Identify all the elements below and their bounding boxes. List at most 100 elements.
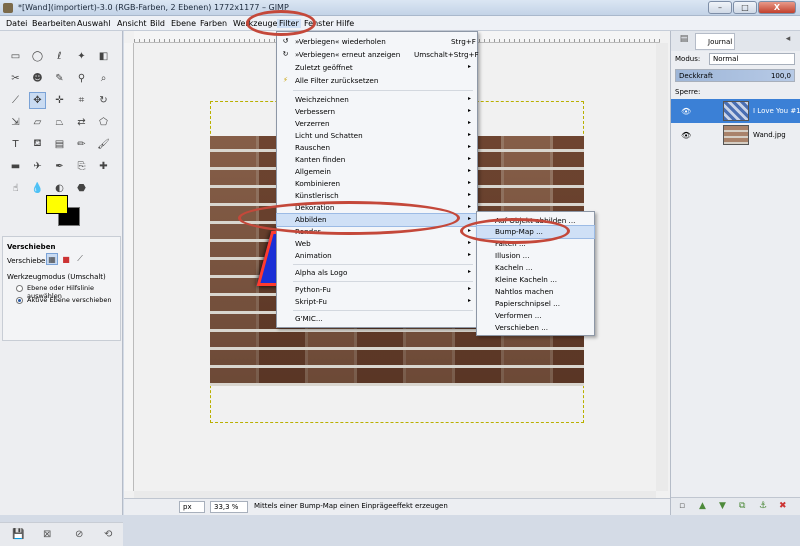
move-path-toggle-icon[interactable]: ⟋ bbox=[74, 253, 86, 265]
paths-icon[interactable]: ✎ bbox=[51, 70, 68, 87]
layers-tab-icon[interactable]: ▤ bbox=[677, 34, 691, 48]
submenu-item-papierschnipsel[interactable]: Papierschnipsel ... bbox=[477, 298, 594, 310]
vertical-scrollbar[interactable] bbox=[656, 43, 668, 491]
foreground-color-swatch[interactable] bbox=[46, 195, 68, 214]
radio-active-layer[interactable] bbox=[16, 297, 23, 304]
fuzzy-select-icon[interactable]: ✦ bbox=[73, 48, 90, 65]
submenu-item-illusion[interactable]: Illusion ... bbox=[477, 250, 594, 262]
foreground-select-icon[interactable]: ☻ bbox=[29, 70, 46, 87]
menu-werkzeuge[interactable]: Werkzeuge bbox=[233, 19, 277, 28]
menu-datei[interactable]: Datei bbox=[6, 19, 27, 28]
new-layer-icon[interactable]: ▫ bbox=[679, 501, 685, 511]
color-picker-icon[interactable]: ⚲ bbox=[73, 70, 90, 87]
menu-item-weichzeichnen[interactable]: Weichzeichnen ▸ bbox=[277, 94, 477, 106]
menu-item-kuenstlerisch[interactable]: Künstlerisch ▸ bbox=[277, 190, 477, 202]
scale-icon[interactable]: ⇲ bbox=[7, 114, 24, 131]
clone-icon[interactable]: ⎘ bbox=[73, 158, 90, 175]
airbrush-icon[interactable]: ✈ bbox=[29, 158, 46, 175]
menu-item-skript-fu[interactable]: Skript-Fu ▸ bbox=[277, 296, 477, 308]
move-layer-toggle-icon[interactable]: ▦ bbox=[46, 253, 58, 265]
menu-filter[interactable]: Filter bbox=[277, 19, 301, 28]
restore-options-icon[interactable]: ⊠ bbox=[43, 529, 51, 540]
raise-layer-icon[interactable]: ▲ bbox=[699, 501, 706, 511]
menu-item-allgemein[interactable]: Allgemein ▸ bbox=[277, 166, 477, 178]
zoom-icon[interactable]: ⌕ bbox=[95, 70, 112, 87]
menu-ebene[interactable]: Ebene bbox=[171, 19, 196, 28]
measure-icon[interactable]: ⟋ bbox=[7, 92, 24, 109]
shear-icon[interactable]: ▱ bbox=[29, 114, 46, 131]
ellipse-select-icon[interactable]: ◯ bbox=[29, 48, 46, 65]
submenu-item-verschieben[interactable]: Verschieben ... bbox=[477, 322, 594, 334]
visibility-eye-icon[interactable]: 👁 bbox=[681, 131, 691, 140]
submenu-item-bump-map[interactable]: Bump-Map ... bbox=[476, 225, 595, 239]
flip-icon[interactable]: ⇄ bbox=[73, 114, 90, 131]
save-options-icon[interactable]: 💾 bbox=[12, 529, 24, 540]
submenu-item-kleine-kacheln[interactable]: Kleine Kacheln ... bbox=[477, 274, 594, 286]
visibility-eye-icon[interactable]: 👁 bbox=[681, 107, 691, 116]
crop-icon[interactable]: ⌗ bbox=[73, 92, 90, 109]
paintbrush-icon[interactable]: 🖌 bbox=[95, 136, 112, 153]
submenu-item-kacheln[interactable]: Kacheln ... bbox=[477, 262, 594, 274]
color-select-icon[interactable]: ◧ bbox=[95, 48, 112, 65]
scissors-icon[interactable]: ✂ bbox=[7, 70, 24, 87]
menu-item-gmic[interactable]: G'MIC... bbox=[277, 313, 477, 325]
radio-pick-layer[interactable] bbox=[16, 285, 23, 292]
opacity-slider[interactable]: Deckkraft 100,0 bbox=[675, 69, 795, 82]
menu-item-reset-filters[interactable]: ⚡ Alle Filter zurücksetzen bbox=[277, 75, 477, 87]
zoom-select[interactable]: 33,3 % bbox=[210, 501, 248, 513]
perspective-clone-icon[interactable]: ⬣ bbox=[73, 180, 90, 197]
menu-item-verzerren[interactable]: Verzerren ▸ bbox=[277, 118, 477, 130]
layer-row[interactable]: 👁 Wand.jpg bbox=[671, 123, 800, 147]
bucket-fill-icon[interactable]: ⛾ bbox=[29, 136, 46, 153]
move-selection-toggle-icon[interactable]: ■ bbox=[60, 253, 72, 265]
align-icon[interactable]: ✛ bbox=[51, 92, 68, 109]
minimize-button[interactable]: – bbox=[708, 1, 732, 14]
menu-item-abbilden[interactable]: Abbilden ▸ bbox=[276, 213, 478, 227]
smudge-icon[interactable]: ☝ bbox=[7, 180, 24, 197]
lasso-icon[interactable]: ℓ bbox=[51, 48, 68, 65]
menu-bearbeiten[interactable]: Bearbeiten bbox=[32, 19, 76, 28]
menu-item-rauschen[interactable]: Rauschen ▸ bbox=[277, 142, 477, 154]
move-tool-icon[interactable]: ✥ bbox=[29, 92, 46, 109]
menu-item-reshow[interactable]: ↻ »Verbiegen« erneut anzeigen Umschalt+Str… bbox=[277, 49, 479, 61]
tab-journal[interactable]: Journal bbox=[695, 33, 735, 50]
menu-item-repeat[interactable]: ↺ »Verbiegen« wiederholen Strg+F bbox=[277, 36, 477, 48]
rotate-icon[interactable]: ↻ bbox=[95, 92, 112, 109]
menu-item-kanten-finden[interactable]: Kanten finden ▸ bbox=[277, 154, 477, 166]
menu-item-dekoration[interactable]: Dekoration ▸ bbox=[277, 202, 477, 214]
menu-item-python-fu[interactable]: Python-Fu ▸ bbox=[277, 284, 477, 296]
cage-icon[interactable]: ⬠ bbox=[95, 114, 112, 131]
maximize-button[interactable]: □ bbox=[733, 1, 757, 14]
submenu-item-verformen[interactable]: Verformen ... bbox=[477, 310, 594, 322]
mode-select[interactable]: Normal bbox=[709, 53, 795, 65]
delete-options-icon[interactable]: ⊘ bbox=[75, 529, 83, 540]
menu-item-verbessern[interactable]: Verbessern ▸ bbox=[277, 106, 477, 118]
menu-item-recent[interactable]: Zuletzt geöffnet ▸ bbox=[277, 62, 477, 74]
blur-icon[interactable]: 💧 bbox=[29, 180, 46, 197]
eraser-icon[interactable]: ▬ bbox=[7, 158, 24, 175]
menu-item-animation[interactable]: Animation ▸ bbox=[277, 250, 477, 262]
menu-item-alpha-logo[interactable]: Alpha als Logo ▸ bbox=[277, 267, 477, 279]
menu-bild[interactable]: Bild bbox=[150, 19, 165, 28]
reset-options-icon[interactable]: ⟲ bbox=[104, 529, 112, 540]
menu-auswahl[interactable]: Auswahl bbox=[77, 19, 110, 28]
layer-row[interactable]: 👁 I Love You #1 bbox=[671, 99, 800, 123]
duplicate-layer-icon[interactable]: ⧉ bbox=[739, 501, 745, 511]
pencil-icon[interactable]: ✏ bbox=[73, 136, 90, 153]
menu-ansicht[interactable]: Ansicht bbox=[117, 19, 147, 28]
menu-farben[interactable]: Farben bbox=[200, 19, 227, 28]
text-icon[interactable]: T bbox=[7, 136, 24, 153]
submenu-item-nahtlos[interactable]: Nahtlos machen bbox=[477, 286, 594, 298]
perspective-icon[interactable]: ⏢ bbox=[51, 114, 68, 131]
ink-icon[interactable]: ✒ bbox=[51, 158, 68, 175]
dock-menu-icon[interactable]: ◂ bbox=[781, 34, 795, 48]
menu-item-web[interactable]: Web ▸ bbox=[277, 238, 477, 250]
unit-select[interactable]: px bbox=[179, 501, 205, 513]
delete-layer-icon[interactable]: ✖ bbox=[779, 501, 787, 511]
menu-fenster[interactable]: Fenster bbox=[304, 19, 334, 28]
menu-item-licht-schatten[interactable]: Licht und Schatten ▸ bbox=[277, 130, 477, 142]
menu-hilfe[interactable]: Hilfe bbox=[336, 19, 354, 28]
rect-select-icon[interactable]: ▭ bbox=[7, 48, 24, 65]
submenu-item-falten[interactable]: Falten ... bbox=[477, 238, 594, 250]
heal-icon[interactable]: ✚ bbox=[95, 158, 112, 175]
